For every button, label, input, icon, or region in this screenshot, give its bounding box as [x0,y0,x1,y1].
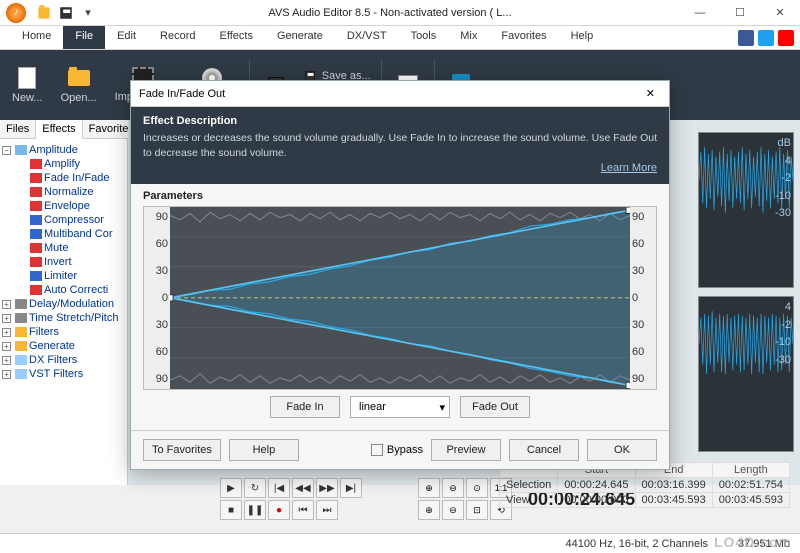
help-button[interactable]: Help [229,439,299,461]
bypass-label: Bypass [387,444,423,456]
curve-select-value: linear [359,401,386,413]
to-favorites-button[interactable]: To Favorites [143,439,221,461]
y-axis-right: 9060300306090 [630,207,656,389]
y-axis-left: 9060300306090 [144,207,170,389]
cancel-button[interactable]: Cancel [509,439,579,461]
curve-select[interactable]: linear ▾ [350,396,450,418]
dialog-desc-text: Increases or decreases the sound volume … [143,131,657,160]
chevron-down-icon: ▾ [439,401,445,414]
dialog-close-button[interactable]: ✕ [640,85,661,102]
fade-chart[interactable]: 9060300306090 [143,206,657,390]
ok-button[interactable]: OK [587,439,657,461]
dialog-title: Fade In/Fade Out [139,88,225,100]
dialog-overlay: Fade In/Fade Out ✕ Effect Description In… [0,0,800,553]
fade-out-button[interactable]: Fade Out [460,396,530,418]
bypass-checkbox[interactable]: Bypass [371,444,423,456]
fade-in-button[interactable]: Fade In [270,396,340,418]
preview-button[interactable]: Preview [431,439,501,461]
params-heading: Parameters [143,190,657,202]
fade-dialog: Fade In/Fade Out ✕ Effect Description In… [130,80,670,470]
learn-more-link[interactable]: Learn More [143,162,657,174]
dialog-desc-heading: Effect Description [143,115,657,127]
